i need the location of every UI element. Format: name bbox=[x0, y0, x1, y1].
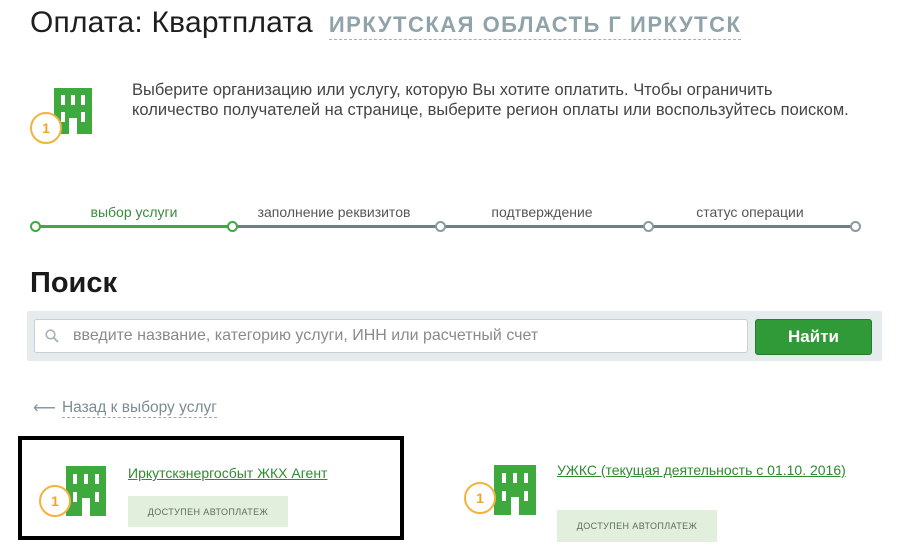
search-field[interactable] bbox=[34, 319, 748, 353]
region-selector-link[interactable]: ИРКУТСКАЯ ОБЛАСТЬ Г ИРКУТСК bbox=[328, 11, 742, 40]
provider-name-link[interactable]: УЖКС (текущая деятельность с 01.10. 2016… bbox=[557, 461, 847, 479]
page-title: Оплата: Квартплата bbox=[30, 6, 313, 39]
organization-icon: 1 bbox=[30, 88, 92, 148]
provider-card-selected[interactable]: 1 Иркутскэнергосбыт ЖКХ Агент ДОСТУПЕН А… bbox=[18, 436, 404, 540]
step-label: статус операции bbox=[696, 204, 804, 220]
building-icon bbox=[66, 466, 106, 516]
search-icon bbox=[45, 329, 59, 343]
search-panel: Найти bbox=[27, 311, 882, 361]
coin-icon: 1 bbox=[39, 485, 71, 517]
title-row: Оплата: Квартплата ИРКУТСКАЯ ОБЛАСТЬ Г И… bbox=[30, 6, 742, 46]
autopay-badge: ДОСТУПЕН АВТОПЛАТЕЖ bbox=[557, 510, 717, 542]
coin-icon: 1 bbox=[30, 112, 62, 144]
search-input[interactable] bbox=[73, 320, 743, 352]
provider-name-link[interactable]: Иркутскэнергосбыт ЖКХ Агент bbox=[128, 464, 388, 482]
search-heading: Поиск bbox=[30, 267, 118, 299]
step-dot bbox=[227, 221, 238, 232]
back-link[interactable]: ⟵ Назад к выбору услуг bbox=[33, 398, 217, 418]
step-label: заполнение реквизитов bbox=[257, 204, 411, 220]
search-button[interactable]: Найти bbox=[755, 319, 872, 355]
intro-block: 1 Выберите организацию или услугу, котор… bbox=[30, 80, 890, 150]
step-line-completed bbox=[34, 225, 234, 228]
step-dot bbox=[643, 221, 654, 232]
step-dot-start bbox=[30, 221, 41, 232]
progress-steps: выбор услуги заполнение реквизитов подтв… bbox=[30, 200, 865, 240]
intro-text: Выберите организацию или услугу, которую… bbox=[132, 81, 849, 119]
arrow-left-icon: ⟵ bbox=[33, 400, 56, 417]
step-dot bbox=[435, 221, 446, 232]
step-label: подтверждение bbox=[491, 204, 593, 220]
coin-icon: 1 bbox=[464, 482, 496, 514]
step-line-pending bbox=[234, 225, 856, 228]
back-link-label[interactable]: Назад к выбору услуг bbox=[61, 399, 217, 418]
building-icon bbox=[494, 465, 536, 515]
step-label: выбор услуги bbox=[90, 204, 178, 220]
autopay-badge: ДОСТУПЕН АВТОПЛАТЕЖ bbox=[128, 496, 288, 527]
provider-card[interactable]: 1 УЖКС (текущая деятельность с 01.10. 20… bbox=[430, 440, 850, 550]
step-dot-end bbox=[850, 221, 861, 232]
